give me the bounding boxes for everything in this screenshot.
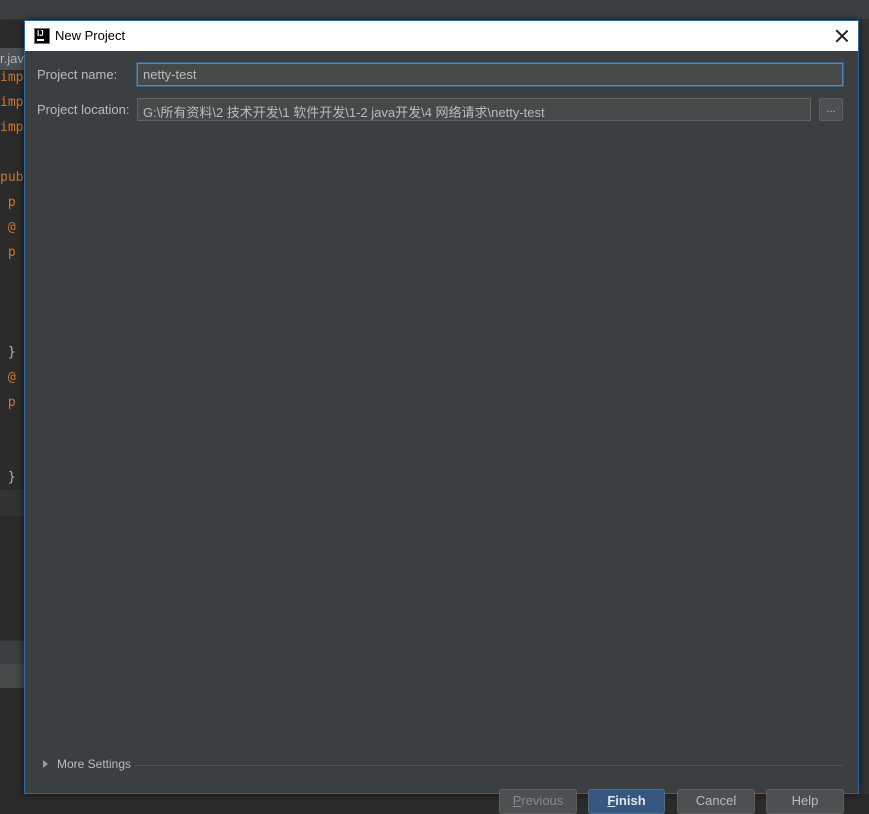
- editor-gutter-split: [0, 490, 26, 516]
- code-editor[interactable]: impor impor impor publi p @ p } @ p }: [0, 70, 26, 490]
- expand-triangle-icon: [43, 760, 48, 768]
- code-line: publi: [0, 170, 26, 185]
- finish-label: inish: [615, 793, 646, 808]
- previous-button[interactable]: Previous: [499, 789, 577, 814]
- finish-button[interactable]: Finish: [588, 789, 665, 814]
- project-location-input[interactable]: G:\所有资料\2 技术开发\1 软件开发\1-2 java开发\4 网络请求\…: [137, 98, 811, 121]
- intellij-idea-icon: IJ: [34, 28, 50, 44]
- dialog-titlebar[interactable]: IJ New Project: [25, 21, 858, 51]
- previous-mnemonic: P: [512, 793, 522, 808]
- code-line: impor: [0, 70, 26, 85]
- ide-toolbar: [0, 0, 869, 20]
- dialog-title: New Project: [55, 28, 126, 43]
- previous-label: revious: [521, 793, 564, 808]
- code-line: impor: [0, 95, 26, 110]
- code-line: p: [0, 395, 16, 410]
- code-line: @: [0, 220, 16, 235]
- project-name-input[interactable]: netty-test: [137, 63, 843, 86]
- editor-tab[interactable]: r.java: [0, 48, 26, 70]
- help-button[interactable]: Help: [766, 789, 844, 814]
- code-line: p: [0, 245, 16, 260]
- project-name-label: Project name:: [37, 67, 118, 82]
- ide-right-scrollbar[interactable]: [858, 20, 869, 794]
- code-line: @: [0, 370, 16, 385]
- project-location-label: Project location:: [37, 102, 130, 117]
- settings-separator: [135, 765, 843, 766]
- browse-button[interactable]: ...: [819, 98, 843, 121]
- dialog-body: Project name: netty-test Project locatio…: [25, 51, 858, 814]
- code-line: }: [0, 345, 16, 360]
- code-line: impor: [0, 120, 26, 135]
- code-line: }: [0, 470, 16, 485]
- close-icon[interactable]: [831, 25, 853, 47]
- cancel-button[interactable]: Cancel: [677, 789, 755, 814]
- code-line: p: [0, 195, 16, 210]
- finish-mnemonic: F: [607, 793, 616, 808]
- new-project-dialog: IJ New Project Project name: netty-test …: [24, 20, 859, 814]
- more-settings-label: More Settings: [57, 757, 132, 771]
